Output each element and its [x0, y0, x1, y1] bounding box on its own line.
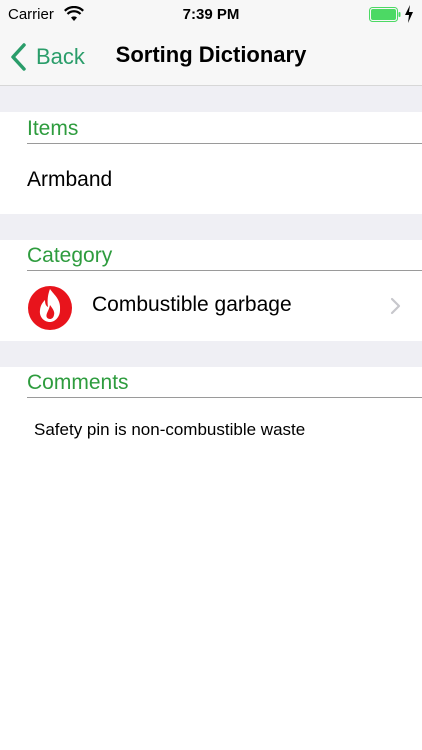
section-gap: [0, 214, 422, 240]
items-header: Items: [27, 113, 422, 144]
category-row[interactable]: Combustible garbage: [0, 271, 422, 341]
section-gap: [0, 341, 422, 367]
page-title-text: Sorting Dictionary: [115, 42, 307, 67]
category-header: Category: [27, 240, 422, 271]
navigation-bar: Back Sorting Dictionary: [0, 28, 422, 86]
comments-header: Comments: [27, 367, 422, 398]
status-bar: Carrier 7:39 PM: [0, 0, 422, 28]
status-time: 7:39 PM: [182, 6, 240, 23]
section-gap: [0, 86, 422, 112]
battery-icon: [369, 7, 401, 22]
fire-icon: [28, 286, 72, 330]
chevron-right-icon: [390, 297, 401, 315]
category-label: Combustible garbage: [92, 293, 292, 316]
comment-text: Safety pin is non-combustible waste: [34, 420, 306, 439]
item-value: Armband: [27, 168, 113, 191]
charging-bolt-icon: [405, 5, 413, 23]
page-title: Sorting Dictionary: [0, 42, 422, 68]
